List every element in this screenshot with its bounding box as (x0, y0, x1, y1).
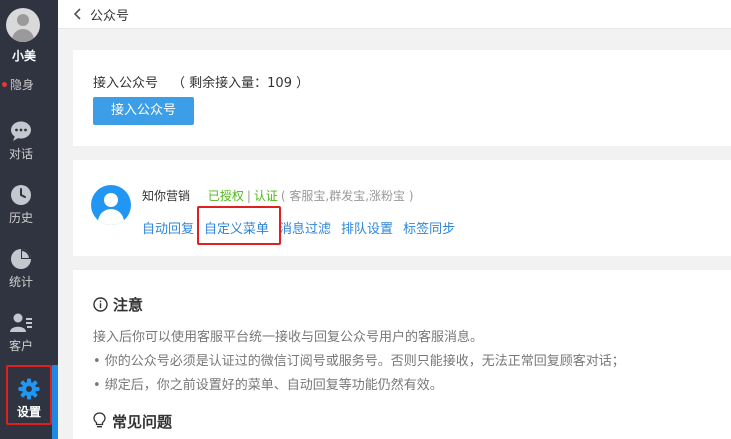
account-card: 知你营销 已授权 | 认证( 客服宝,群发宝,涨粉宝 ) 自动回复 自定义菜单 消息过滤… (73, 160, 731, 256)
verified-badge: 认证 (253, 189, 278, 203)
notice-title: 注意 (93, 294, 143, 315)
user-name: 小美 (11, 49, 36, 63)
notice-card: 注意 接入后你可以使用客服平台统一接收与回复公众号用户的客服消息。 • 你的公众… (73, 270, 731, 439)
status-dot-icon (2, 82, 7, 87)
custom-menu-highlight-box (197, 206, 281, 245)
notice-line: • 绑定后，你之前设置好的菜单、自动回复等功能仍然有效。 (93, 378, 443, 393)
contacts-icon (10, 313, 32, 332)
lightbulb-icon (93, 412, 106, 428)
nav-item-stats[interactable]: 统计 (0, 248, 42, 290)
notice-line: • 你的公众号必须是认证过的微信订阅号或服务号。否则只能接收，无法正常回复顾客对… (93, 354, 625, 369)
active-indicator (52, 365, 58, 439)
service-list: ( 客服宝,群发宝,涨粉宝 ) (280, 189, 414, 203)
user-avatar[interactable] (6, 8, 40, 42)
status-toggle[interactable]: 隐身 (2, 76, 34, 93)
nav-item-history[interactable]: 历史 (0, 184, 42, 226)
notice-line: 接入后你可以使用客服平台统一接收与回复公众号用户的客服消息。 (93, 330, 484, 345)
separator: | (246, 189, 251, 203)
link-tag-sync[interactable]: 标签同步 (403, 222, 455, 237)
account-info: 知你营销 已授权 | 认证( 客服宝,群发宝,涨粉宝 ) (142, 187, 414, 204)
settings-highlight-box (6, 365, 52, 425)
faq-title: 常见问题 (93, 411, 172, 432)
access-card: 接入公众号 （ 剩余接入量：109 ） 接入公众号 (73, 50, 731, 146)
clock-icon (11, 185, 31, 205)
nav-item-chat[interactable]: 对话 (0, 120, 42, 162)
status-label: 隐身 (10, 78, 35, 92)
link-message-filter[interactable]: 消息过滤 (279, 222, 331, 237)
notice-title-text: 注意 (113, 296, 144, 314)
info-icon (93, 297, 108, 312)
page-title: 公众号 (90, 9, 130, 24)
nav-label: 客户 (8, 339, 33, 353)
account-name: 知你营销 (142, 189, 191, 203)
chat-icon (11, 121, 31, 141)
chevron-left-icon[interactable] (70, 6, 86, 22)
connect-account-button[interactable]: 接入公众号 (93, 97, 194, 125)
faq-title-text: 常见问题 (112, 413, 173, 431)
nav-label: 对话 (8, 147, 33, 161)
access-title-text: 接入公众号 (93, 76, 159, 91)
authorized-badge: 已授权 (207, 189, 244, 203)
sidebar: 小美 隐身 对话 历史 统计 客户 设置 (0, 0, 58, 439)
access-title: 接入公众号 （ 剩余接入量：109 ） (93, 72, 309, 91)
account-links: 自动回复 自定义菜单 消息过滤 排队设置 标签同步 (142, 218, 465, 237)
account-avatar (91, 185, 131, 225)
page-header: 公众号 (58, 0, 731, 29)
link-queue-settings[interactable]: 排队设置 (341, 222, 393, 237)
link-auto-reply[interactable]: 自动回复 (142, 222, 194, 237)
remaining-quota: （ 剩余接入量：109 ） (172, 76, 310, 91)
pie-chart-icon (11, 249, 31, 269)
nav-label: 统计 (8, 275, 33, 289)
nav-item-customers[interactable]: 客户 (0, 312, 42, 354)
nav-label: 历史 (8, 211, 33, 225)
